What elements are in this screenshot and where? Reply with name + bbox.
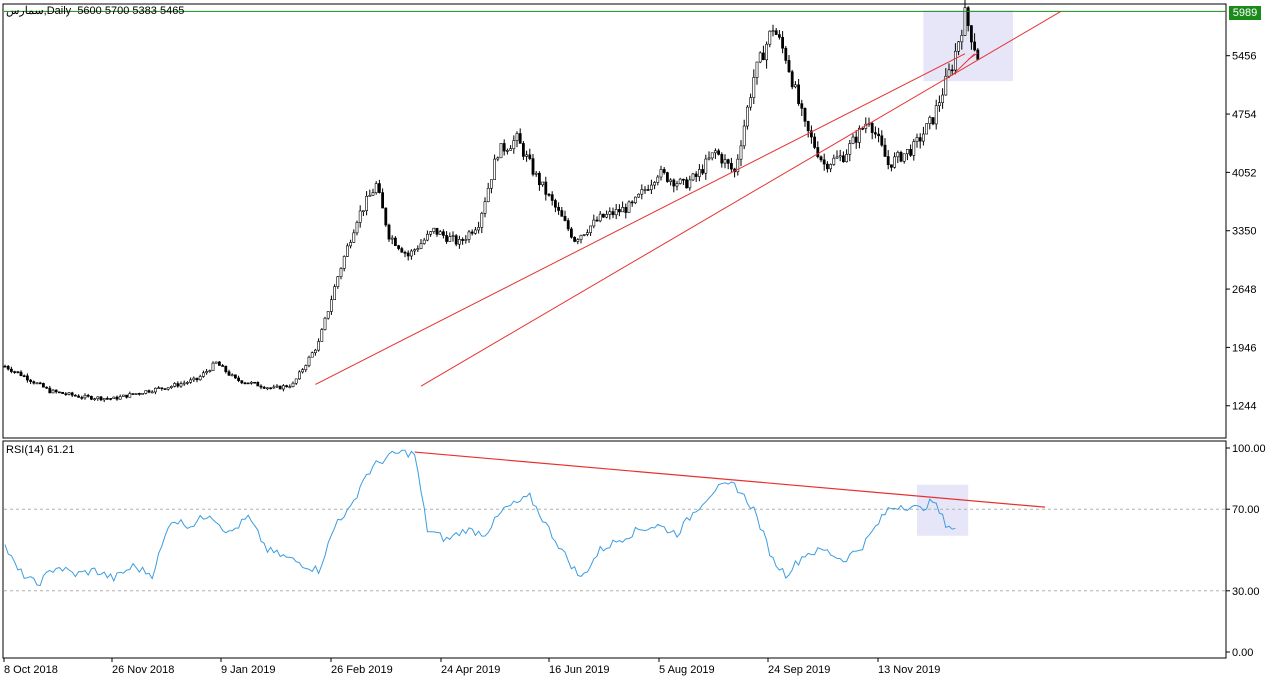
price-tick-label: 3350 xyxy=(1232,226,1256,238)
chart-window: 5456 4754 4052 3350 2648 1946 1244 100.00 70.00… xyxy=(0,0,1280,681)
candle xyxy=(745,105,749,130)
candle xyxy=(790,69,794,90)
candle xyxy=(134,393,138,395)
candle xyxy=(387,223,391,242)
candle xyxy=(234,374,237,379)
time-tick-label: 9 Jan 2019 xyxy=(221,664,275,676)
candle xyxy=(454,234,458,247)
rsi-value: 61.21 xyxy=(46,444,75,456)
chart-canvas[interactable]: 5456 4754 4052 3350 2648 1946 1244 100.00 70.00… xyxy=(0,0,1280,681)
rsi-label: RSI(14) xyxy=(6,444,44,456)
candle xyxy=(256,381,260,387)
price-tick-label: 1244 xyxy=(1232,401,1256,413)
candle xyxy=(253,381,257,384)
candle xyxy=(246,382,250,385)
rsi-tick-label: 0.00 xyxy=(1232,647,1253,659)
candle xyxy=(633,196,637,205)
price-tick-label: 4052 xyxy=(1232,167,1256,179)
time-tick-label: 24 Apr 2019 xyxy=(441,664,500,676)
current-price-tag: 5989 xyxy=(1229,6,1261,20)
close-value: 5465 xyxy=(159,5,185,17)
candle xyxy=(637,193,641,198)
candle xyxy=(899,150,903,163)
rsi-header: RSI(14) 61.21 xyxy=(6,444,75,456)
candle xyxy=(573,236,577,243)
timeframe-label: Daily xyxy=(46,5,72,17)
candle xyxy=(758,51,762,64)
time-tick-label: 8 Oct 2018 xyxy=(4,664,58,676)
candle xyxy=(384,207,388,227)
candle xyxy=(320,328,324,342)
rsi-tick-label: 30.00 xyxy=(1232,586,1260,598)
candle xyxy=(307,355,311,368)
candle xyxy=(141,392,145,395)
time-tick-label: 13 Nov 2019 xyxy=(878,664,940,676)
candle xyxy=(112,396,116,399)
candle xyxy=(163,388,167,390)
candle xyxy=(131,393,135,395)
rsi-panel xyxy=(2,440,1227,659)
rsi-tick-label: 70.00 xyxy=(1232,504,1260,516)
candle xyxy=(57,391,61,394)
time-tick-label: 26 Nov 2018 xyxy=(112,664,174,676)
candle xyxy=(218,361,221,366)
candle xyxy=(627,200,631,213)
candle xyxy=(278,385,282,390)
candle xyxy=(601,213,605,218)
candle xyxy=(499,143,503,159)
time-tick-label: 5 Aug 2019 xyxy=(659,664,715,676)
time-tick-label: 26 Feb 2019 xyxy=(331,664,393,676)
candle xyxy=(214,361,218,364)
candle xyxy=(41,382,45,388)
candle xyxy=(323,316,327,331)
rsi-axis: 100.00 70.00 30.00 0.00 xyxy=(1226,443,1266,659)
candle xyxy=(691,172,695,182)
low-value: 5383 xyxy=(132,5,157,17)
price-axis: 5456 4754 4052 3350 2648 1946 1244 xyxy=(1226,51,1256,413)
time-tick-label: 24 Sep 2019 xyxy=(768,664,830,676)
high-value: 5700 xyxy=(104,5,130,17)
time-tick-label: 16 Jun 2019 xyxy=(549,664,610,676)
price-tick-label: 1946 xyxy=(1232,342,1256,354)
candle xyxy=(90,395,93,401)
time-axis: 8 Oct 2018 26 Nov 2018 9 Jan 2019 26 Feb 20… xyxy=(3,658,940,676)
chart-header: سمارس,Daily 5600 5700 5383 5465 xyxy=(6,5,185,17)
price-tick-label: 4754 xyxy=(1232,109,1256,121)
candle xyxy=(122,394,125,397)
candle xyxy=(665,171,669,183)
open-value: 5600 xyxy=(77,5,102,17)
candle xyxy=(925,123,929,135)
symbol-name: سمارس xyxy=(6,5,44,17)
candle xyxy=(931,117,935,126)
candle xyxy=(326,311,330,320)
candle xyxy=(297,370,301,380)
price-tick-label: 2648 xyxy=(1232,284,1256,296)
candle xyxy=(569,226,573,239)
price-tick-label: 5456 xyxy=(1232,51,1256,63)
candle xyxy=(61,391,65,394)
rsi-tick-label: 100.00 xyxy=(1232,443,1266,455)
price-panel xyxy=(2,3,1227,439)
candle xyxy=(333,284,337,301)
